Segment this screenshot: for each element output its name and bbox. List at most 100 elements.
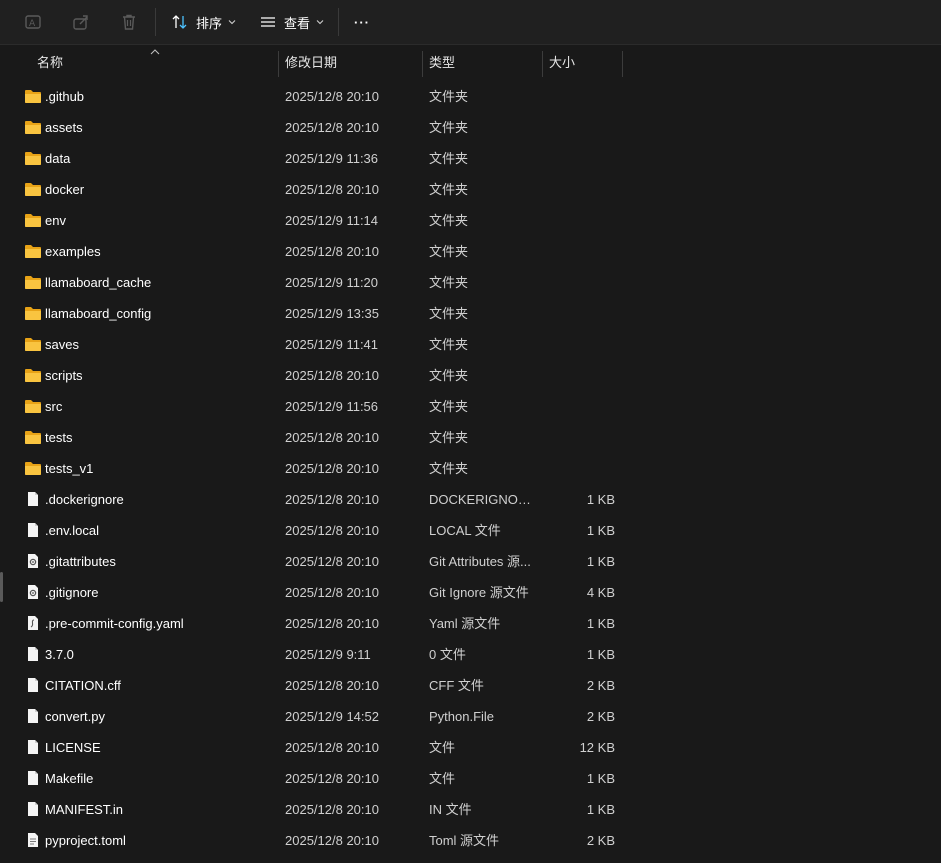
file-size: 2 KB [586, 833, 615, 848]
column-header-size[interactable]: 大小 [549, 49, 619, 77]
file-row[interactable]: .env.local 2025/12/8 20:10 LOCAL 文件 1 KB [0, 515, 941, 546]
file-row[interactable]: .dockerignore 2025/12/8 20:10 DOCKERIGNOR.… [0, 484, 941, 515]
column-divider[interactable] [542, 51, 543, 77]
file-type: 文件夹 [429, 430, 469, 445]
file-row[interactable]: Makefile 2025/12/8 20:10 文件 1 KB [0, 763, 941, 794]
file-name: .github [45, 89, 85, 104]
file-type: 文件夹 [429, 120, 469, 135]
file-type: 0 文件 [429, 647, 466, 662]
file-row[interactable]: env 2025/12/9 11:14 文件夹 [0, 205, 941, 236]
file-date: 2025/12/9 11:36 [285, 151, 379, 166]
column-divider[interactable] [278, 51, 279, 77]
folder-icon [24, 429, 42, 445]
file-date: 2025/12/8 20:10 [285, 430, 379, 445]
file-row[interactable]: saves 2025/12/9 11:41 文件夹 [0, 329, 941, 360]
file-size [545, 236, 615, 267]
chevron-down-icon [228, 20, 236, 25]
file-date: 2025/12/9 11:14 [285, 213, 379, 228]
file-row[interactable]: tests_v1 2025/12/8 20:10 文件夹 [0, 453, 941, 484]
file-size: 1 KB [586, 492, 615, 507]
file-name: tests_v1 [45, 461, 94, 476]
file-row[interactable]: data 2025/12/9 11:36 文件夹 [0, 143, 941, 174]
file-name: docker [45, 182, 85, 197]
file-row[interactable]: pyproject.toml 2025/12/8 20:10 Toml 源文件 2 K… [0, 825, 941, 856]
file-icon [24, 646, 42, 662]
file-name: 3.7.0 [45, 647, 74, 662]
gear-file-icon [24, 584, 42, 600]
file-type: 文件夹 [429, 213, 469, 228]
file-name: llamaboard_config [45, 306, 152, 321]
file-type: IN 文件 [429, 802, 472, 817]
file-row[interactable]: convert.py 2025/12/9 14:52 Python.File 2 KB [0, 701, 941, 732]
file-type: 文件夹 [429, 151, 469, 166]
file-row[interactable]: .github 2025/12/8 20:10 文件夹 [0, 81, 941, 112]
column-header-type[interactable]: 类型 [429, 49, 539, 77]
file-name: scripts [45, 368, 83, 383]
delete-icon[interactable] [118, 11, 140, 33]
file-size: 2 KB [586, 709, 615, 724]
file-date: 2025/12/8 20:10 [285, 740, 379, 755]
file-row[interactable]: LICENSE 2025/12/8 20:10 文件 12 KB [0, 732, 941, 763]
file-name: Makefile [45, 771, 94, 786]
file-type: Yaml 源文件 [429, 616, 501, 631]
file-size [545, 81, 615, 112]
file-date: 2025/12/9 11:20 [285, 275, 379, 290]
file-type: 文件夹 [429, 306, 469, 321]
file-row[interactable]: .pre-commit-config.yaml 2025/12/8 20:10 Ya… [0, 608, 941, 639]
file-size [545, 174, 615, 205]
file-row[interactable]: llamaboard_config 2025/12/9 13:35 文件夹 [0, 298, 941, 329]
file-name: .dockerignore [45, 492, 124, 507]
file-row[interactable]: .gitattributes 2025/12/8 20:10 Git Attribu… [0, 546, 941, 577]
file-name: .pre-commit-config.yaml [45, 616, 184, 631]
chevron-down-icon [316, 20, 324, 25]
file-date: 2025/12/8 20:10 [285, 492, 379, 507]
view-label: 查看 [284, 15, 311, 31]
file-size [545, 360, 615, 391]
column-header-name[interactable]: 名称 [37, 49, 277, 77]
file-date: 2025/12/9 11:56 [285, 399, 379, 414]
view-button[interactable]: 查看 [260, 8, 332, 36]
file-icon [24, 739, 42, 755]
file-row[interactable]: CITATION.cff 2025/12/8 20:10 CFF 文件 2 KB [0, 670, 941, 701]
file-date: 2025/12/8 20:10 [285, 802, 379, 817]
file-name: assets [45, 120, 83, 135]
file-row[interactable]: assets 2025/12/8 20:10 文件夹 [0, 112, 941, 143]
file-name: .gitattributes [45, 554, 116, 569]
file-row[interactable]: tests 2025/12/8 20:10 文件夹 [0, 422, 941, 453]
file-size: 1 KB [586, 802, 615, 817]
file-row[interactable]: scripts 2025/12/8 20:10 文件夹 [0, 360, 941, 391]
file-row[interactable]: .gitignore 2025/12/8 20:10 Git Ignore 源文件 4… [0, 577, 941, 608]
more-icon: ··· [354, 14, 370, 30]
file-row[interactable]: src 2025/12/9 11:56 文件夹 [0, 391, 941, 422]
file-row[interactable]: MANIFEST.in 2025/12/8 20:10 IN 文件 1 KB [0, 794, 941, 825]
file-name: env [45, 213, 66, 228]
column-header-date[interactable]: 修改日期 [285, 49, 420, 77]
file-name: LICENSE [45, 740, 101, 755]
sort-button[interactable]: 排序 [172, 8, 244, 36]
more-options-button[interactable]: ··· [354, 8, 370, 36]
folder-icon [24, 367, 42, 383]
folder-icon [24, 336, 42, 352]
file-size [545, 298, 615, 329]
file-row[interactable]: docker 2025/12/8 20:10 文件夹 [0, 174, 941, 205]
file-type: 文件夹 [429, 461, 469, 476]
file-size: 1 KB [586, 647, 615, 662]
view-list-icon [261, 17, 275, 27]
file-row[interactable]: 3.7.0 2025/12/9 9:11 0 文件 1 KB [0, 639, 941, 670]
column-divider[interactable] [422, 51, 423, 77]
file-size [545, 329, 615, 360]
file-row[interactable]: llamaboard_cache 2025/12/9 11:20 文件夹 [0, 267, 941, 298]
file-date: 2025/12/8 20:10 [285, 368, 379, 383]
rename-icon[interactable]: A [22, 11, 44, 33]
file-icon [24, 708, 42, 724]
folder-icon [24, 460, 42, 476]
file-type: 文件夹 [429, 337, 469, 352]
share-icon[interactable] [70, 11, 92, 33]
column-header-date-label: 修改日期 [285, 55, 338, 70]
file-type: DOCKERIGNOR... [429, 492, 534, 507]
column-divider[interactable] [622, 51, 623, 77]
file-row[interactable]: examples 2025/12/8 20:10 文件夹 [0, 236, 941, 267]
text-file-icon [24, 832, 42, 848]
folder-icon [24, 243, 42, 259]
file-size: 1 KB [586, 771, 615, 786]
